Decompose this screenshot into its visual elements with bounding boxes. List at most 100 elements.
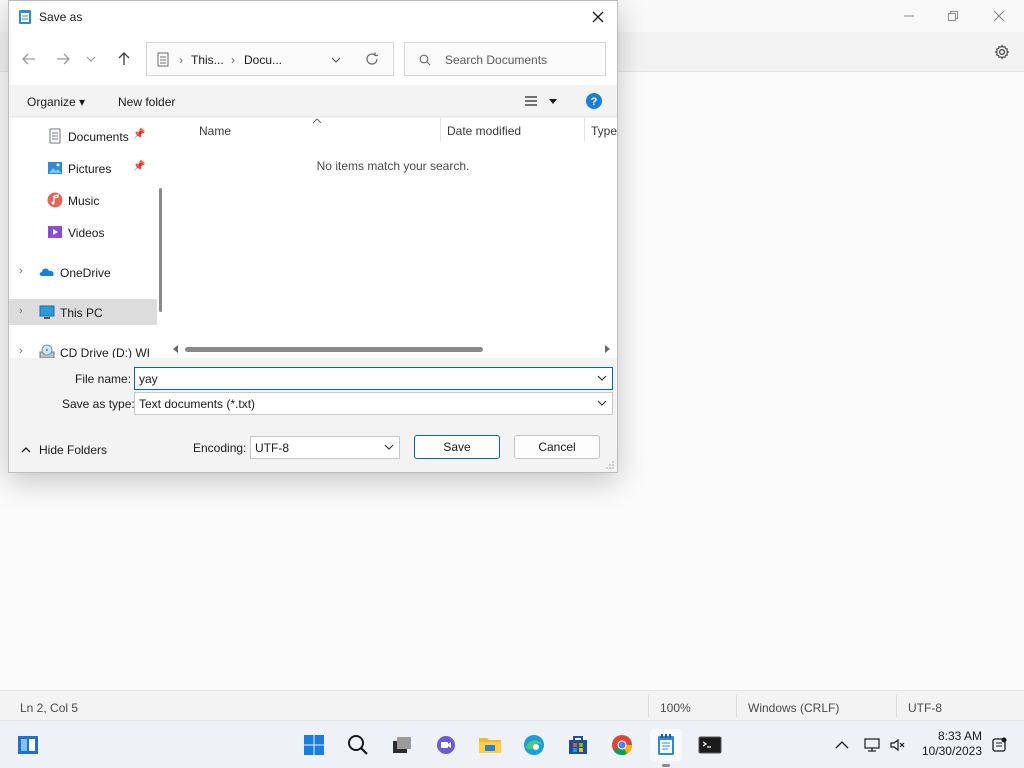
maximize-button[interactable] (930, 2, 976, 30)
empty-message: No items match your search. (316, 159, 470, 173)
sort-up-icon (312, 118, 322, 124)
file-explorer-button[interactable] (474, 729, 506, 761)
file-list: Name Date modified Type No items match y… (165, 118, 617, 358)
notepad-icon (658, 734, 674, 755)
nav-item-cd-drive[interactable]: › CD Drive (D:) WI (9, 339, 157, 358)
nav-item-this-pc[interactable]: › This PC (9, 299, 157, 325)
edge-button[interactable] (518, 729, 550, 761)
volume-button[interactable] (884, 729, 912, 761)
column-header-type[interactable]: Type (591, 124, 617, 138)
chat-button[interactable] (430, 729, 462, 761)
close-icon (993, 10, 1005, 22)
folder-icon (479, 738, 501, 753)
notepad-taskbar-button[interactable] (650, 729, 682, 767)
encoding-label: Encoding: (193, 441, 247, 455)
zoom-level: 100% (660, 701, 691, 715)
arrow-up-icon (118, 52, 130, 65)
network-button[interactable] (858, 729, 886, 761)
notepad-icon (19, 10, 31, 24)
scroll-right-icon[interactable] (605, 345, 611, 353)
column-header-name[interactable]: Name (199, 124, 231, 138)
chevron-right-icon[interactable]: › (19, 345, 23, 357)
terminal-button[interactable] (694, 729, 726, 761)
widgets-button[interactable] (12, 729, 44, 761)
minimize-button[interactable] (886, 2, 932, 30)
start-button[interactable] (298, 729, 330, 761)
cancel-button[interactable]: Cancel (514, 435, 600, 459)
file-name-field[interactable]: yay (134, 367, 613, 390)
store-icon (569, 736, 587, 754)
line-ending: Windows (CRLF) (748, 701, 840, 715)
help-icon[interactable]: ? (586, 93, 602, 109)
nav-item-music[interactable]: Music (9, 187, 157, 213)
horizontal-scrollbar[interactable] (165, 340, 617, 356)
save-type-value: Text documents (*.txt) (139, 397, 256, 411)
resize-grip-icon[interactable] (606, 461, 614, 469)
command-bar: Organize ▾ New folder ? (9, 85, 617, 117)
minimize-icon (904, 15, 914, 17)
new-folder-button[interactable]: New folder (118, 95, 175, 109)
dialog-close-button[interactable] (583, 3, 613, 31)
close-window-button[interactable] (976, 2, 1022, 30)
save-type-dropdown[interactable]: Text documents (*.txt) (134, 392, 613, 415)
encoding-dropdown[interactable]: UTF-8 (250, 436, 400, 459)
breadcrumb-this-pc[interactable]: This... (191, 53, 224, 67)
organize-button[interactable]: Organize ▾ (27, 95, 85, 109)
nav-item-pictures[interactable]: Pictures 📌 (9, 155, 157, 181)
chevron-right-icon[interactable]: › (19, 265, 23, 277)
clock[interactable]: 8:33 AM 10/30/2023 (922, 729, 982, 759)
chevron-down-icon[interactable] (596, 372, 608, 384)
chevron-up-icon (21, 447, 31, 453)
scroll-left-icon[interactable] (173, 345, 179, 353)
chrome-icon (612, 735, 633, 756)
encoding-value: UTF-8 (255, 441, 289, 455)
view-options-icon[interactable] (524, 95, 538, 107)
arrow-right-icon (57, 53, 70, 65)
file-name-value: yay (139, 372, 158, 386)
navigation-scrollbar[interactable] (157, 118, 165, 358)
recent-locations-button[interactable] (83, 47, 99, 71)
nav-item-onedrive[interactable]: › OneDrive (9, 259, 157, 285)
task-view-icon (393, 737, 411, 753)
file-encoding: UTF-8 (908, 701, 942, 715)
forward-button[interactable] (51, 47, 75, 71)
widgets-icon (18, 736, 38, 754)
show-hidden-icons-button[interactable] (828, 729, 856, 761)
column-header-date-modified[interactable]: Date modified (447, 124, 521, 138)
store-button[interactable] (562, 729, 594, 761)
save-button[interactable]: Save (414, 435, 500, 459)
nav-item-documents[interactable]: Documents 📌 (9, 123, 157, 149)
task-view-button[interactable] (386, 729, 418, 761)
chevron-right-icon[interactable]: › (19, 305, 23, 317)
taskbar: 8:33 AM 10/30/2023 (0, 720, 1024, 768)
notification-icon (992, 737, 1007, 752)
chrome-button[interactable] (606, 729, 638, 761)
search-icon (419, 54, 431, 66)
chevron-up-icon (835, 741, 849, 749)
search-button[interactable] (342, 729, 374, 761)
nav-item-videos[interactable]: Videos (9, 219, 157, 245)
navigation-bar: › This... › Docu... Search Documents (9, 33, 617, 85)
pin-icon: 📌 (133, 161, 146, 172)
file-name-label: File name: (75, 372, 132, 386)
back-button[interactable] (17, 47, 41, 71)
cursor-position: Ln 2, Col 5 (20, 701, 79, 715)
scrollbar-thumb[interactable] (159, 188, 162, 312)
caret-down-icon[interactable] (548, 98, 558, 105)
scrollbar-thumb[interactable] (185, 347, 483, 352)
breadcrumb-documents[interactable]: Docu... (244, 53, 282, 67)
active-indicator (662, 764, 670, 767)
search-box[interactable]: Search Documents (404, 42, 606, 76)
navigation-pane: Documents 📌 Pictures 📌 Music Videos › On… (9, 118, 157, 358)
settings-button[interactable] (990, 40, 1014, 64)
notifications-button[interactable] (986, 729, 1012, 761)
edge-icon (524, 735, 544, 755)
clock-date: 10/30/2023 (921, 744, 982, 758)
refresh-icon[interactable] (365, 52, 379, 66)
windows-icon (304, 735, 324, 755)
chevron-down-icon[interactable] (331, 56, 341, 64)
arrow-left-icon (22, 53, 35, 65)
up-button[interactable] (112, 47, 136, 71)
address-bar[interactable]: › This... › Docu... (146, 42, 394, 76)
clock-time: 8:33 AM (937, 729, 982, 743)
